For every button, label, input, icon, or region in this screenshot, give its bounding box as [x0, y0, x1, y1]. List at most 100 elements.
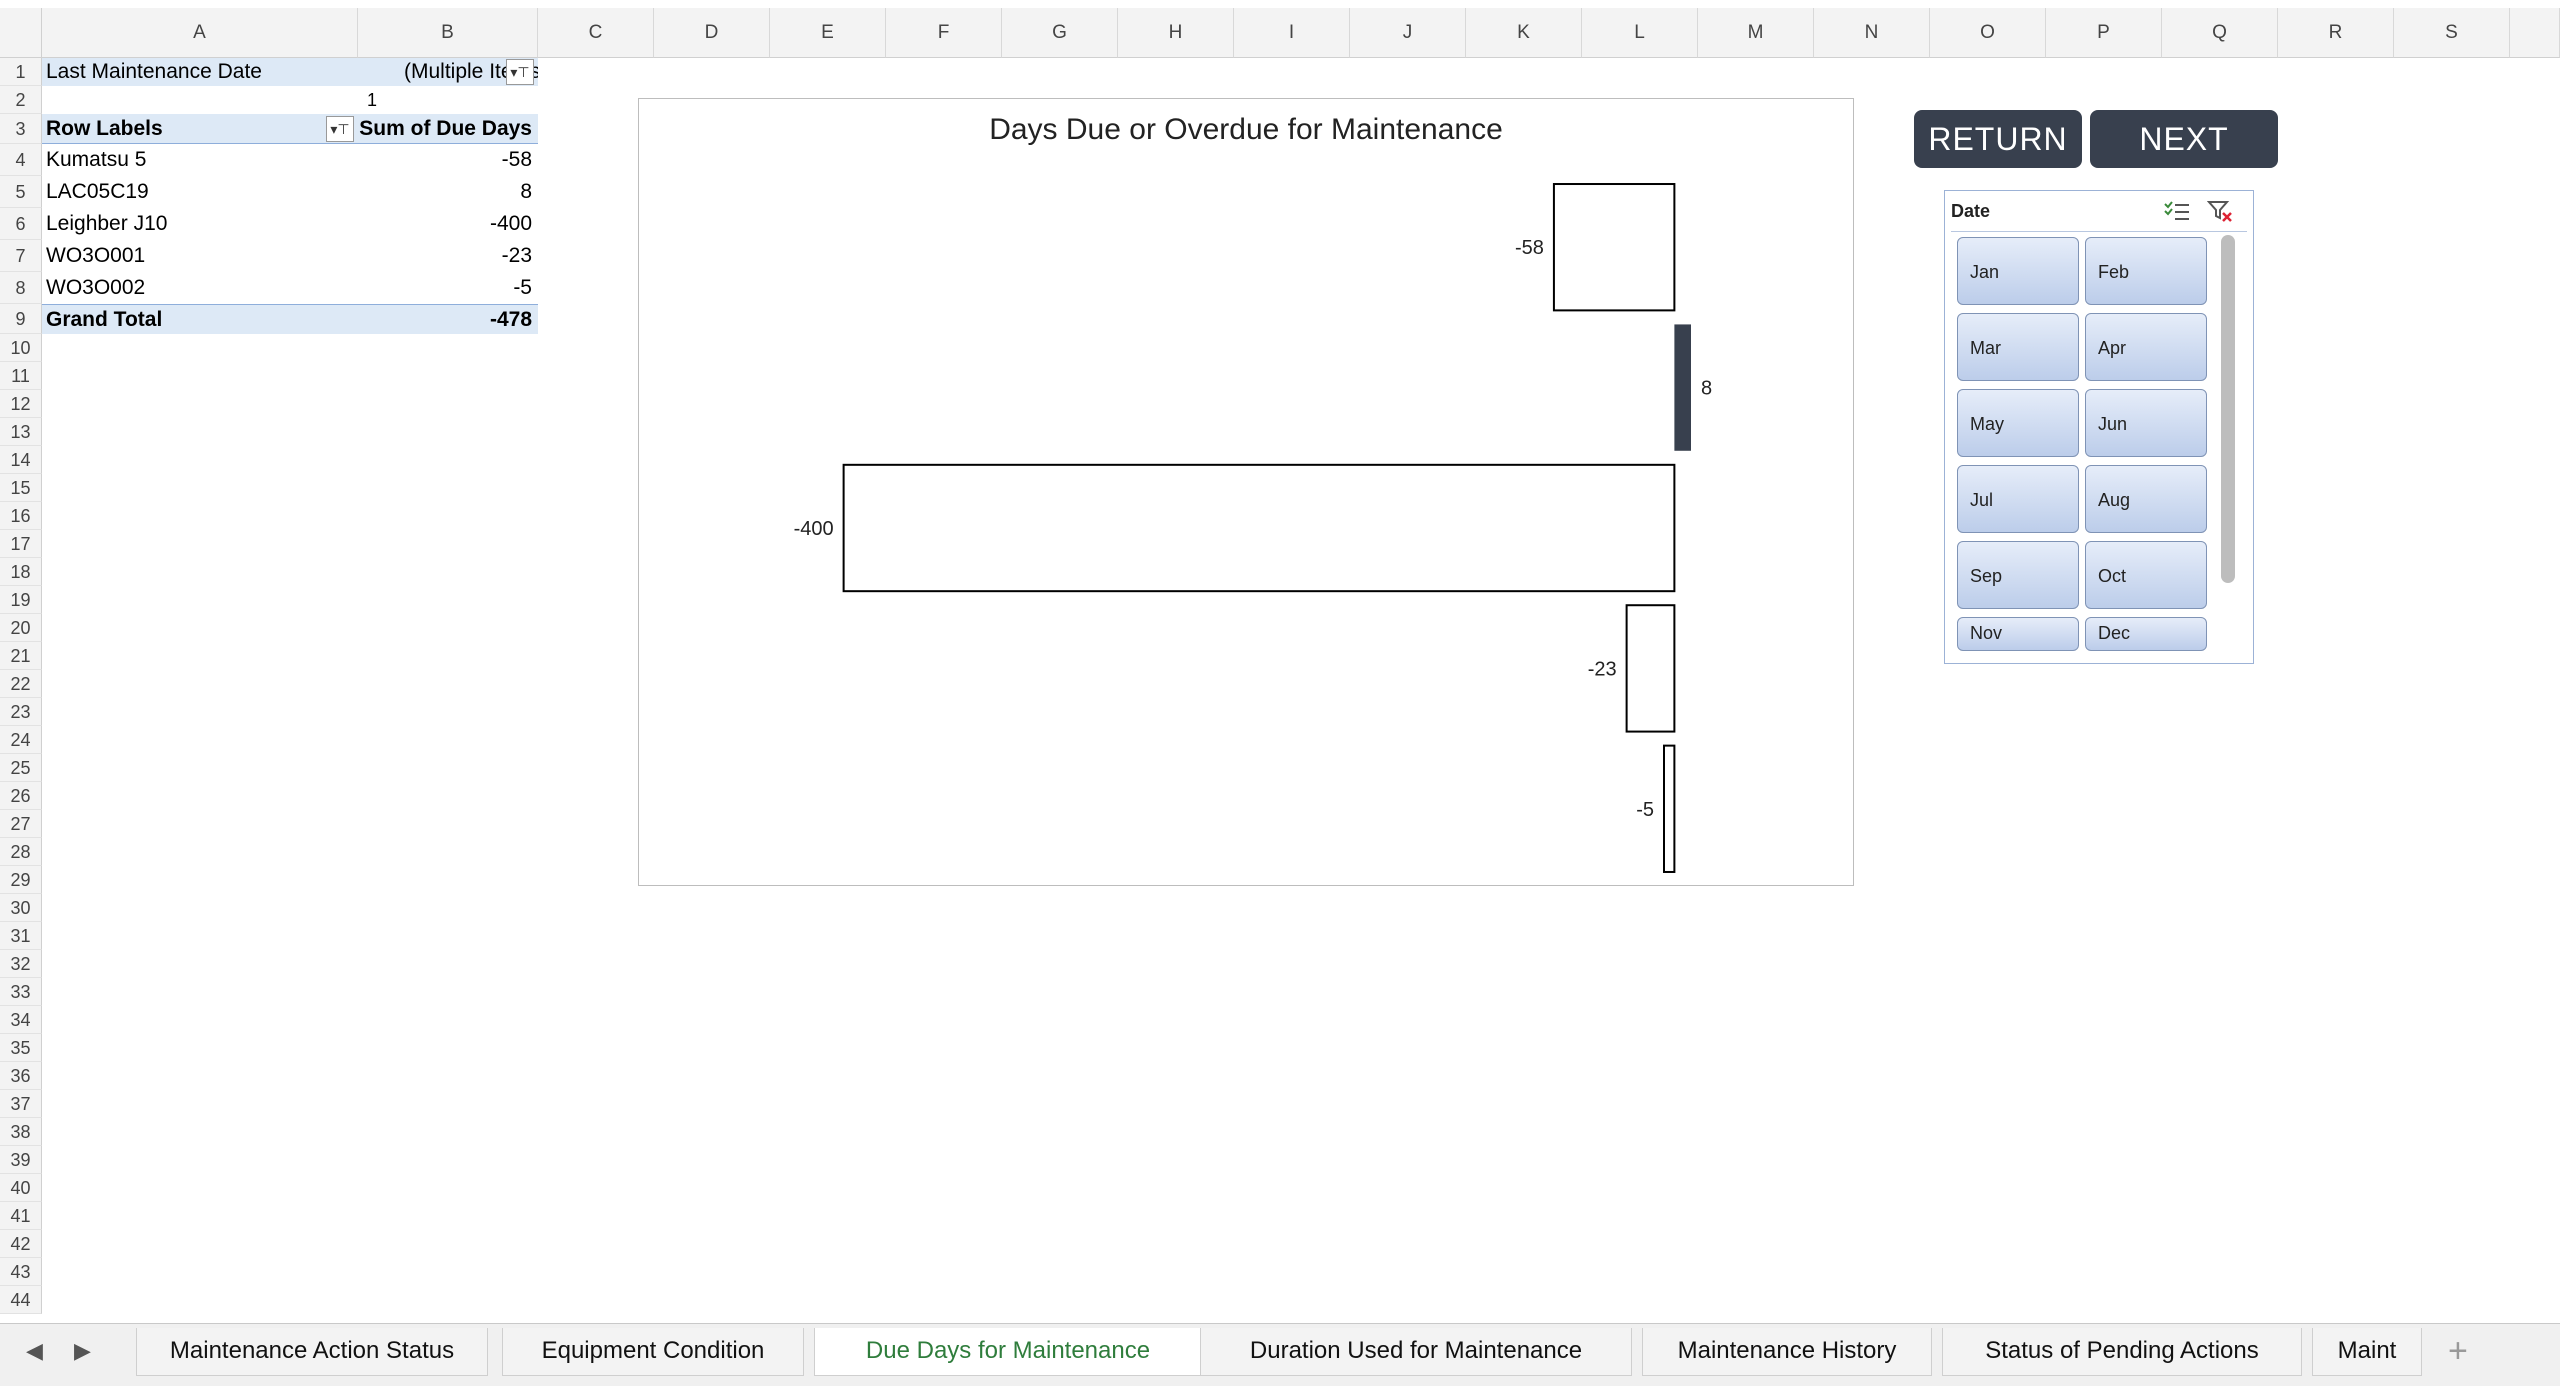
row-header[interactable]: 33 — [0, 978, 42, 1006]
slicer-item-dec[interactable]: Dec — [2085, 617, 2207, 651]
row-header[interactable]: 1 — [0, 58, 42, 86]
column-header[interactable]: Q — [2162, 8, 2278, 58]
multi-select-icon[interactable] — [2163, 199, 2191, 223]
sheet-tab[interactable]: Maintenance Action Status — [136, 1328, 488, 1376]
row-header[interactable]: 31 — [0, 922, 42, 950]
column-header[interactable]: B — [358, 8, 538, 58]
row-header[interactable]: 36 — [0, 1062, 42, 1090]
bar-2[interactable] — [842, 463, 1676, 593]
column-header[interactable]: G — [1002, 8, 1118, 58]
slicer-item-jun[interactable]: Jun — [2085, 389, 2207, 457]
pivot-value-header[interactable]: Sum of Due Days — [358, 114, 538, 144]
column-header[interactable]: D — [654, 8, 770, 58]
column-header[interactable]: C — [538, 8, 654, 58]
row-header[interactable]: 13 — [0, 418, 42, 446]
row-header[interactable]: 41 — [0, 1202, 42, 1230]
row-header[interactable]: 25 — [0, 754, 42, 782]
pivot-row-label[interactable]: LAC05C19 — [42, 176, 358, 208]
pivot-row-value[interactable]: 8 — [358, 176, 538, 208]
row-header[interactable]: 39 — [0, 1146, 42, 1174]
due-days-chart[interactable]: Days Due or Overdue for Maintenance -58 8… — [638, 98, 1854, 886]
row-header[interactable]: 29 — [0, 866, 42, 894]
column-header[interactable]: K — [1466, 8, 1582, 58]
row-header[interactable]: 12 — [0, 390, 42, 418]
column-header[interactable]: I — [1234, 8, 1350, 58]
row-header[interactable]: 23 — [0, 698, 42, 726]
row-header[interactable]: 2 — [0, 86, 42, 114]
tab-scroll-right-icon[interactable]: ▶ — [74, 1338, 91, 1364]
return-button[interactable]: RETURN — [1914, 110, 2082, 168]
row-header[interactable]: 7 — [0, 240, 42, 272]
pivot-grand-total-value[interactable]: -478 — [358, 304, 538, 334]
column-header[interactable]: H — [1118, 8, 1234, 58]
sheet-tab[interactable]: Status of Pending Actions — [1942, 1328, 2302, 1376]
row-header[interactable]: 28 — [0, 838, 42, 866]
row-header[interactable]: 37 — [0, 1090, 42, 1118]
cell-a2-value[interactable]: 1 — [342, 86, 402, 114]
column-header[interactable]: S — [2394, 8, 2510, 58]
row-header[interactable]: 44 — [0, 1286, 42, 1314]
pivot-row-value[interactable]: -400 — [358, 208, 538, 240]
row-header[interactable]: 20 — [0, 614, 42, 642]
row-header[interactable]: 8 — [0, 272, 42, 304]
row-header[interactable]: 21 — [0, 642, 42, 670]
slicer-item-apr[interactable]: Apr — [2085, 313, 2207, 381]
slicer-item-nov[interactable]: Nov — [1957, 617, 2079, 651]
bar-4[interactable] — [1663, 744, 1676, 873]
row-header[interactable]: 3 — [0, 114, 42, 144]
pivot-row-label[interactable]: WO3O002 — [42, 272, 358, 304]
row-header[interactable]: 38 — [0, 1118, 42, 1146]
row-header[interactable]: 19 — [0, 586, 42, 614]
row-labels-filter-icon[interactable]: ▾⊤ — [326, 116, 354, 142]
pivot-row-label[interactable]: WO3O001 — [42, 240, 358, 272]
row-header[interactable]: 27 — [0, 810, 42, 838]
column-header[interactable]: F — [886, 8, 1002, 58]
pivot-row-value[interactable]: -23 — [358, 240, 538, 272]
column-header[interactable]: A — [42, 8, 358, 58]
pivot-filter-label[interactable]: Last Maintenance Date — [42, 58, 358, 86]
clear-filter-icon[interactable] — [2207, 199, 2235, 223]
bar-1[interactable] — [1674, 324, 1691, 451]
row-header[interactable]: 42 — [0, 1230, 42, 1258]
column-header[interactable]: R — [2278, 8, 2394, 58]
row-header[interactable]: 14 — [0, 446, 42, 474]
pivot-row-value[interactable]: -5 — [358, 272, 538, 304]
row-header[interactable]: 9 — [0, 304, 42, 334]
slicer-item-feb[interactable]: Feb — [2085, 237, 2207, 305]
row-header[interactable]: 4 — [0, 144, 42, 176]
slicer-scrollbar[interactable] — [2221, 235, 2235, 583]
column-header[interactable]: O — [1930, 8, 2046, 58]
row-header[interactable]: 10 — [0, 334, 42, 362]
row-header[interactable]: 18 — [0, 558, 42, 586]
bar-0[interactable] — [1552, 183, 1676, 312]
pivot-row-label[interactable]: Kumatsu 5 — [42, 144, 358, 176]
row-header[interactable]: 35 — [0, 1034, 42, 1062]
slicer-item-sep[interactable]: Sep — [1957, 541, 2079, 609]
row-header[interactable]: 26 — [0, 782, 42, 810]
column-header[interactable]: L — [1582, 8, 1698, 58]
row-header[interactable]: 17 — [0, 530, 42, 558]
pivot-row-labels-header[interactable]: Row Labels — [42, 114, 358, 144]
row-header[interactable]: 5 — [0, 176, 42, 208]
sheet-tab[interactable]: Maint — [2312, 1328, 2422, 1376]
sheet-tab[interactable]: Equipment Condition — [502, 1328, 804, 1376]
date-slicer[interactable]: Date Jan Feb Mar Apr May Jun Jul Aug Sep Oct Nov De… — [1944, 190, 2254, 664]
select-all-corner[interactable] — [0, 8, 42, 58]
row-header[interactable]: 43 — [0, 1258, 42, 1286]
pivot-row-value[interactable]: -58 — [358, 144, 538, 176]
column-header[interactable]: P — [2046, 8, 2162, 58]
filter-dropdown-icon[interactable]: ▾⊤ — [506, 59, 534, 85]
slicer-item-jul[interactable]: Jul — [1957, 465, 2079, 533]
pivot-row-label[interactable]: Leighber J10 — [42, 208, 358, 240]
row-header[interactable]: 30 — [0, 894, 42, 922]
column-header[interactable]: M — [1698, 8, 1814, 58]
slicer-item-may[interactable]: May — [1957, 389, 2079, 457]
slicer-item-oct[interactable]: Oct — [2085, 541, 2207, 609]
slicer-item-aug[interactable]: Aug — [2085, 465, 2207, 533]
add-sheet-icon[interactable]: + — [2448, 1332, 2468, 1371]
column-header[interactable]: E — [770, 8, 886, 58]
bar-3[interactable] — [1625, 604, 1676, 733]
slicer-item-mar[interactable]: Mar — [1957, 313, 2079, 381]
row-header[interactable]: 40 — [0, 1174, 42, 1202]
row-header[interactable]: 32 — [0, 950, 42, 978]
